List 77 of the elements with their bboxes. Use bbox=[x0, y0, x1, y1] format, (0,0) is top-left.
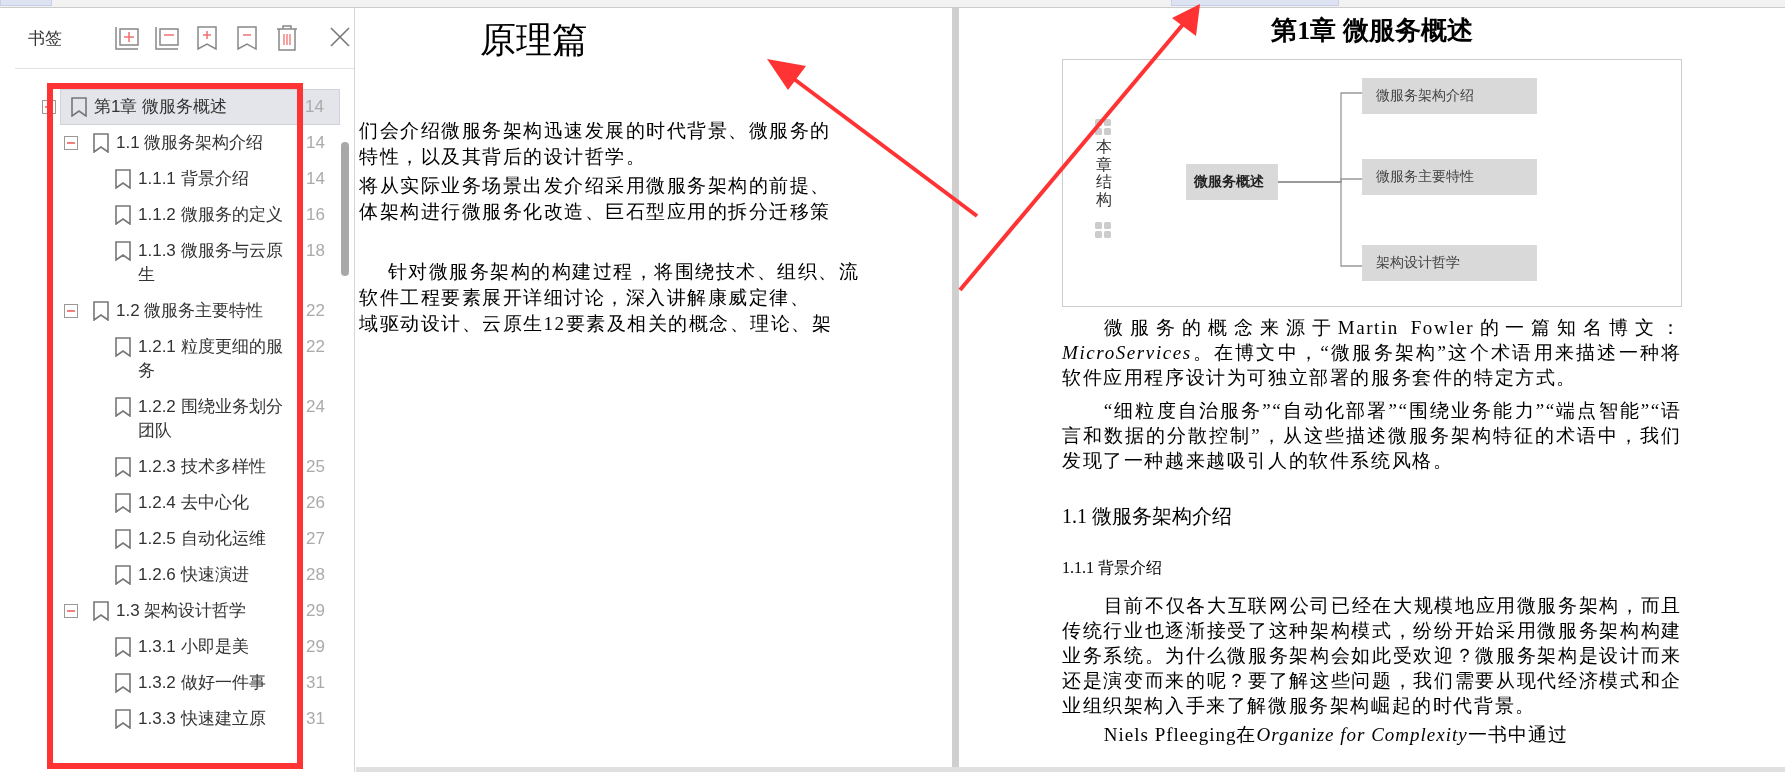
diagram-node: 微服务架构介绍 bbox=[1362, 78, 1537, 114]
bookmark-icon bbox=[114, 169, 132, 189]
bookmark-item[interactable]: 1.3.3 快速建立原 31 bbox=[114, 707, 340, 731]
bookmark-icon bbox=[114, 493, 132, 513]
bookmark-icon bbox=[114, 241, 132, 261]
page-number: 26 bbox=[306, 492, 326, 514]
bookmark-item[interactable]: 1.3.1 小即是美 29 bbox=[114, 635, 340, 659]
collapse-toggle[interactable] bbox=[42, 100, 56, 114]
add-bookmark-icon[interactable] bbox=[194, 25, 220, 51]
bookmark-icon bbox=[92, 133, 110, 153]
bookmark-icon bbox=[114, 565, 132, 585]
page-number: 24 bbox=[306, 396, 326, 418]
collapse-toggle[interactable] bbox=[64, 604, 78, 618]
bookmark-icon bbox=[70, 97, 88, 117]
page-number: 14 bbox=[305, 96, 325, 118]
page-number: 18 bbox=[306, 240, 326, 262]
page-number: 14 bbox=[306, 168, 326, 190]
bookmark-icon bbox=[92, 301, 110, 321]
page-number: 31 bbox=[306, 708, 326, 730]
chapter-title: 第1章 微服务概述 bbox=[1270, 15, 1474, 47]
bookmark-icon bbox=[114, 673, 132, 693]
bookmark-icon bbox=[92, 601, 110, 621]
bookmark-icon bbox=[114, 637, 132, 657]
subsection-heading: 1.1.1 背景介绍 bbox=[1062, 558, 1163, 578]
page-number: 25 bbox=[306, 456, 326, 478]
diagram-node: 微服务主要特性 bbox=[1362, 159, 1537, 195]
bookmark-item[interactable]: 1.2.5 自动化运维 27 bbox=[114, 527, 340, 551]
add-outline-icon[interactable] bbox=[114, 25, 140, 51]
bookmark-item[interactable]: 1.2.1 粒度更细的服务 22 bbox=[114, 335, 340, 383]
trash-icon[interactable] bbox=[274, 25, 300, 51]
bookmark-icon bbox=[114, 337, 132, 357]
page-number: 22 bbox=[306, 336, 326, 358]
page-number: 27 bbox=[306, 528, 326, 550]
paragraph: Niels Pfleeging在Organize for Complexity一书中通过 bbox=[1102, 724, 1569, 746]
page-number: 22 bbox=[306, 300, 326, 322]
paragraph: 将从实际业务场景出发介绍采用微服务架构的前提、 体架构进行微服务化改造、巨石型应用的拆分迁移策 bbox=[359, 174, 832, 224]
bookmark-icon bbox=[114, 529, 132, 549]
collapse-toggle[interactable] bbox=[64, 136, 78, 150]
bookmark-icon bbox=[114, 457, 132, 477]
part-title: 原理篇 bbox=[479, 19, 589, 62]
bookmark-item[interactable]: 1.1.1 背景介绍 14 bbox=[114, 167, 340, 191]
bookmark-icon bbox=[114, 709, 132, 729]
bookmark-item[interactable]: 1.3 架构设计哲学 29 bbox=[92, 599, 340, 623]
paragraph: 微服务的概念来源于Martin Fowler的一篇知名博文：MicroServices。在博文中，“微服务架构”这个术语用来描述一种将软件应用程序设计为可独立部署的服务套件的特定方式。 bbox=[1062, 316, 1682, 390]
remove-bookmark-icon[interactable] bbox=[234, 25, 260, 51]
bookmark-icon bbox=[114, 205, 132, 225]
grid-icon bbox=[1095, 119, 1111, 135]
section-heading: 1.1 微服务架构介绍 bbox=[1062, 504, 1233, 529]
page-number: 16 bbox=[306, 204, 326, 226]
paragraph: 针对微服务架构的构建过程，将围绕技术、组织、流 软件工程要素展开详细讨论，深入讲解康威定律、 域驱动设计、云原生12要素及相关的概念、理论、架 bbox=[359, 260, 860, 336]
bookmark-item[interactable]: 1.1 微服务架构介绍 14 bbox=[92, 131, 340, 155]
page-number: 14 bbox=[306, 132, 326, 154]
bookmark-item[interactable]: 1.2.3 技术多样性 25 bbox=[114, 455, 340, 479]
paragraph: “细粒度自治服务”“自动化部署”“围绕业务能力”“端点智能”“语言和数据的分散控制”，从这些描述微服务架构特征的术语中，我们发现了一种越来越吸引人的软件系统风格。 bbox=[1062, 399, 1682, 473]
remove-outline-icon[interactable] bbox=[154, 25, 180, 51]
panel-title: 书签 bbox=[28, 27, 63, 50]
bookmark-item[interactable]: 1.2 微服务主要特性 22 bbox=[92, 299, 340, 323]
bookmark-item[interactable]: 1.2.6 快速演进 28 bbox=[114, 563, 340, 587]
page-number: 28 bbox=[306, 564, 326, 586]
bookmark-item[interactable]: 1.1.2 微服务的定义 16 bbox=[114, 203, 340, 227]
page-number: 31 bbox=[306, 672, 326, 694]
bookmark-item[interactable]: 1.2.2 围绕业务划分团队 24 bbox=[114, 395, 340, 443]
bookmark-item[interactable]: 1.3.2 做好一件事 31 bbox=[114, 671, 340, 695]
paragraph: 们会介绍微服务架构迅速发展的时代背景、微服务的 特性，以及其背后的设计哲学。 bbox=[359, 119, 832, 169]
bookmark-item[interactable]: 第1章 微服务概述 14 bbox=[60, 89, 340, 125]
page-number: 29 bbox=[306, 636, 326, 658]
diagram-node: 微服务概述 bbox=[1186, 164, 1278, 200]
grid-icon bbox=[1095, 222, 1111, 238]
scrollbar-thumb[interactable] bbox=[341, 142, 349, 276]
bookmark-icon bbox=[114, 397, 132, 417]
bookmark-item[interactable]: 1.2.4 去中心化 26 bbox=[114, 491, 340, 515]
diagram-node: 架构设计哲学 bbox=[1362, 245, 1537, 281]
diagram-label: 本章结构 bbox=[1096, 138, 1112, 209]
collapse-toggle[interactable] bbox=[64, 304, 78, 318]
paragraph: 目前不仅各大互联网公司已经在大规模地应用微服务架构，而且传统行业也逐渐接受了这种架构模式，纷纷开始采用微服务架构构建业务系统。为什么微服务架构会如此受欢迎？微服务架构是设计而来还是演变而来的呢？要了解这些问题，我们需要从现代经济模式和企业组织架构入手来了解微服务架构崛起的时代背景。 bbox=[1062, 594, 1682, 718]
bookmark-item[interactable]: 1.1.3 微服务与云原生 18 bbox=[114, 239, 340, 287]
page-number: 29 bbox=[306, 600, 326, 622]
